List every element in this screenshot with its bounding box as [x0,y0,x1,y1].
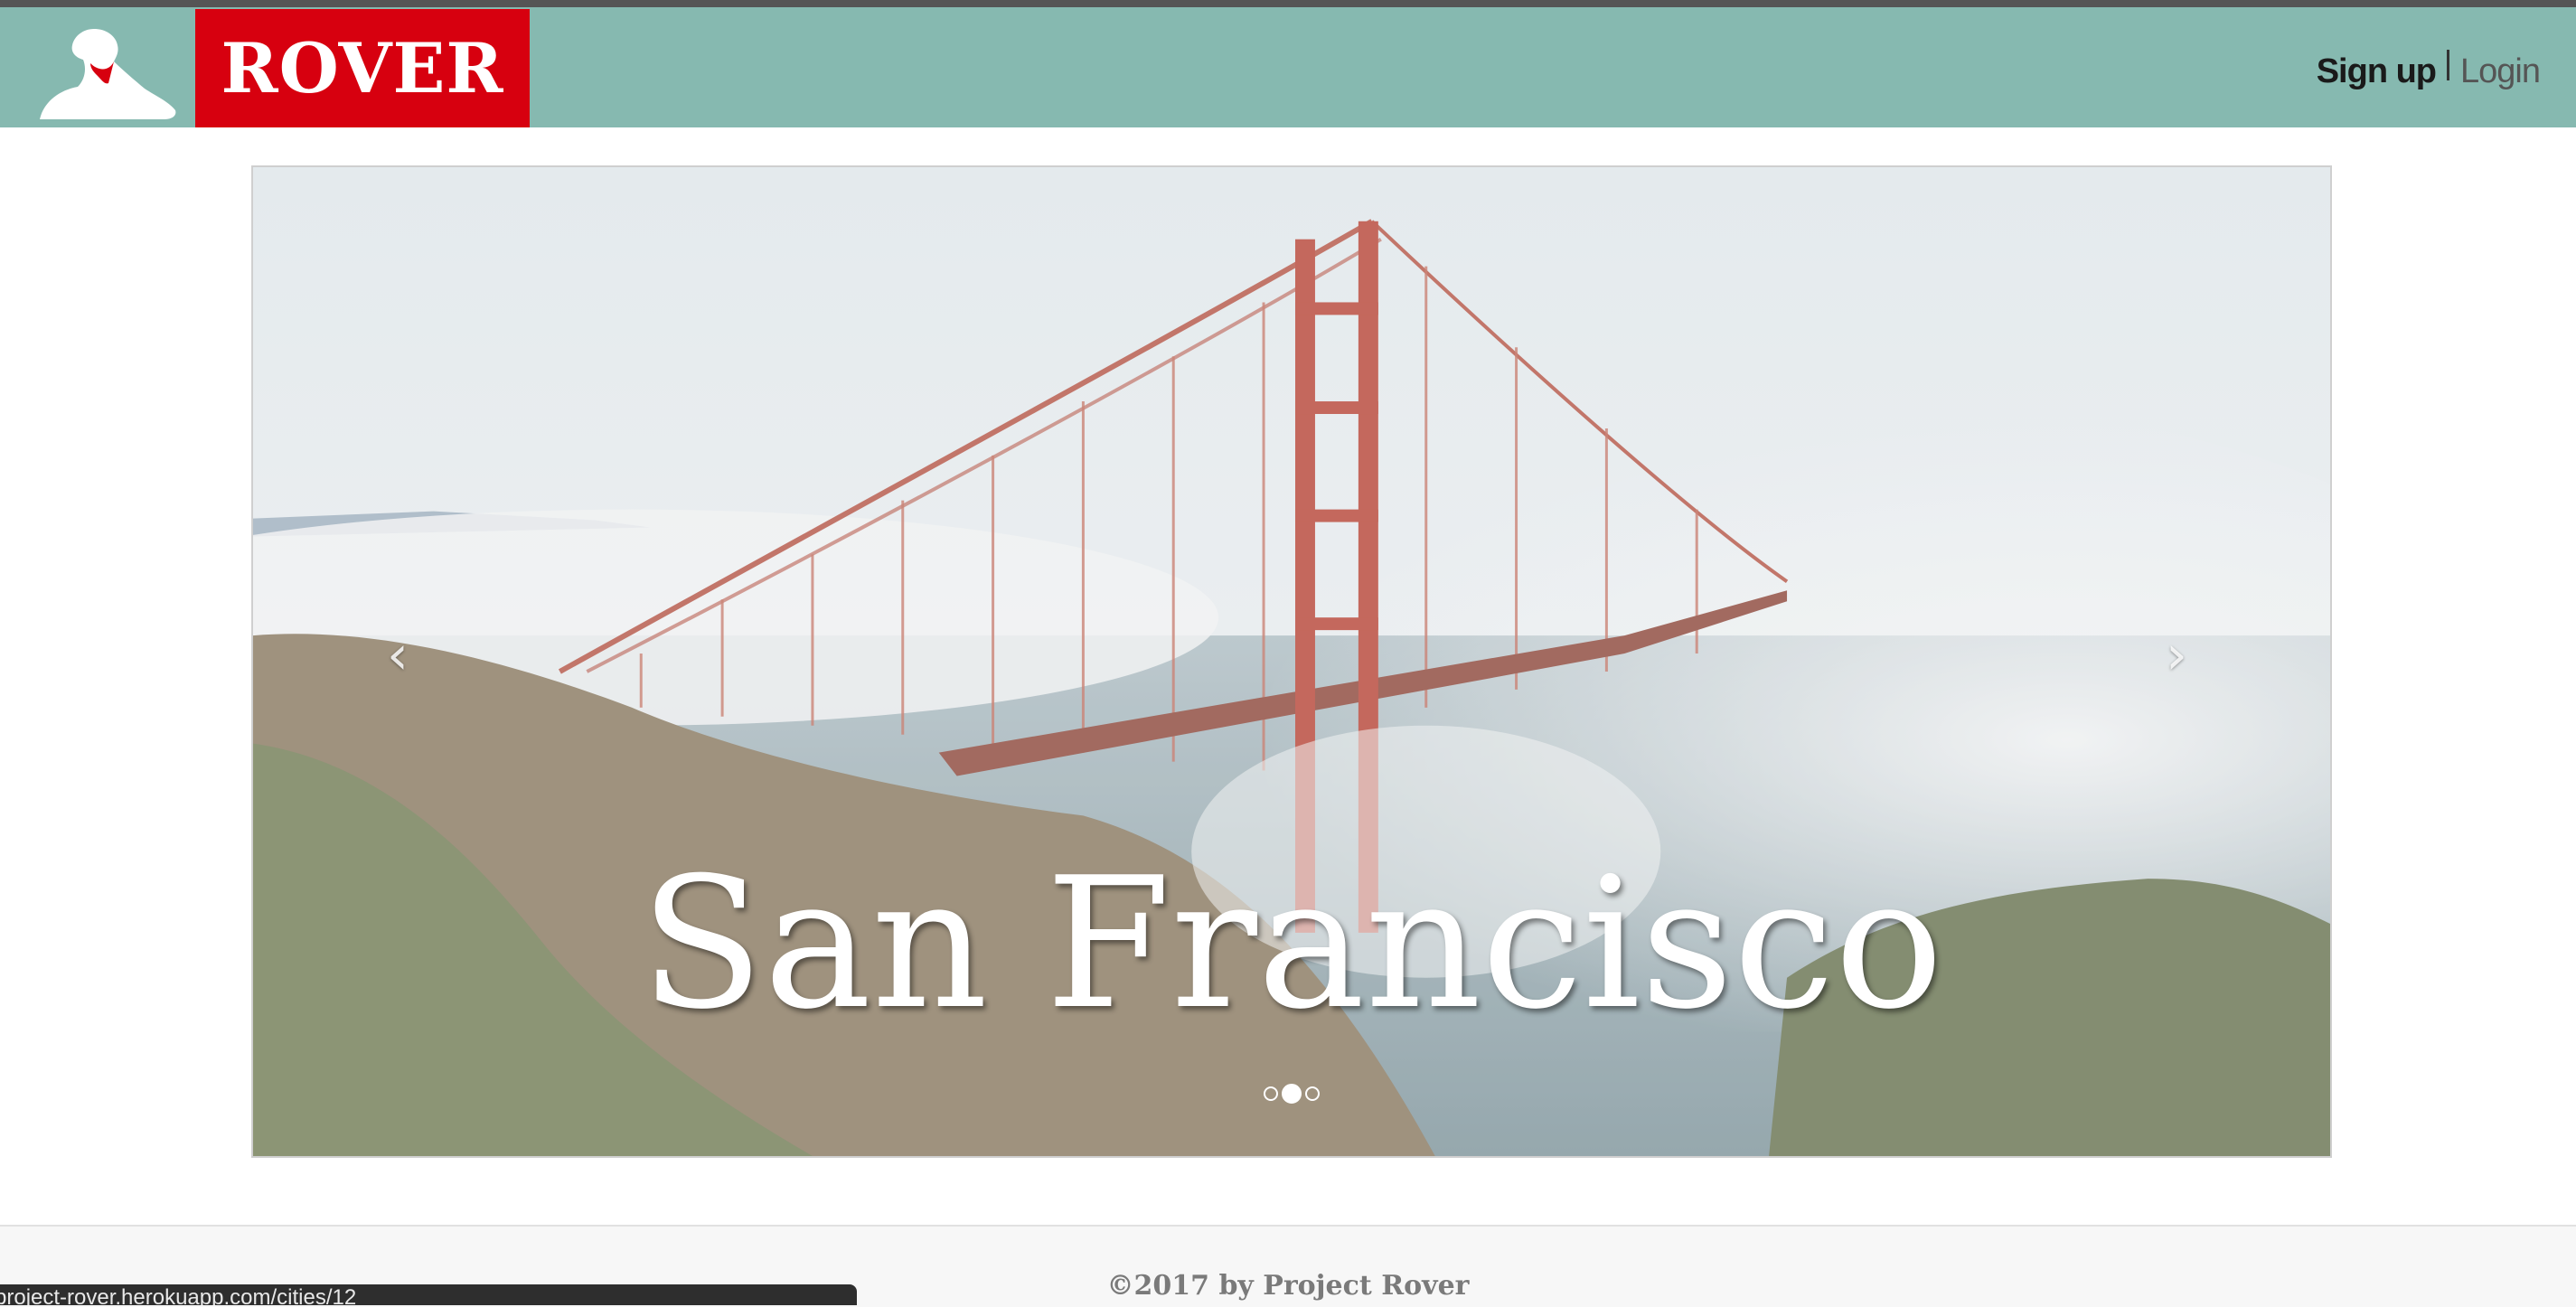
signup-link[interactable]: Sign up [2317,52,2437,91]
nav-separator [2447,50,2450,80]
nav-links: Sign up Login [2317,49,2541,94]
carousel-indicator[interactable] [1305,1086,1320,1101]
city-carousel[interactable]: ‹ › San Francisco [251,165,2332,1158]
carousel-prev-icon[interactable]: ‹ [371,619,425,691]
carousel-caption: San Francisco [639,839,1944,1049]
carousel-indicator-active[interactable] [1282,1084,1302,1104]
navbar: ROVER Sign up Login [0,7,2576,127]
browser-status-bar: project-rover.herokuapp.com/cities/12 [0,1284,857,1305]
brand-logo[interactable]: ROVER [195,9,530,127]
dog-logo-icon[interactable] [34,25,179,127]
status-url: project-rover.herokuapp.com/cities/12 [0,1285,357,1306]
carousel-next-icon[interactable]: › [2149,619,2204,691]
carousel-indicator[interactable] [1264,1086,1278,1101]
window-top-strip [0,0,2576,7]
carousel-indicators [1264,1084,1320,1104]
login-link[interactable]: Login [2460,52,2541,91]
